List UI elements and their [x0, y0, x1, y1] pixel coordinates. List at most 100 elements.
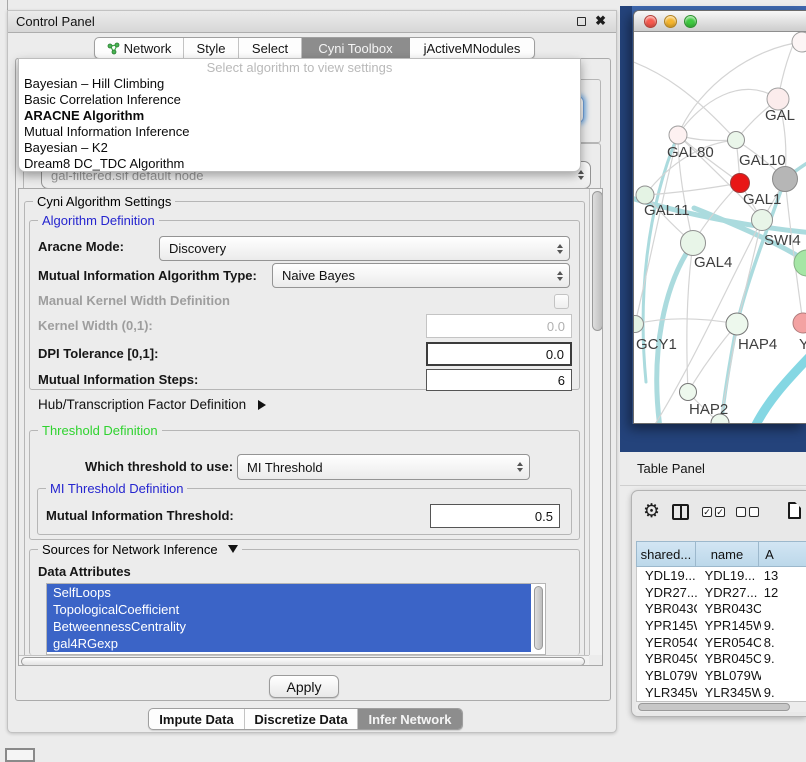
network-canvas[interactable]: GALGAL80GAL10GAL1GAL11SWI4GAL4GCY1HAP4YH…: [634, 32, 806, 424]
network-node[interactable]: [792, 32, 806, 52]
network-node[interactable]: [752, 210, 773, 231]
network-node[interactable]: [728, 132, 745, 149]
minimize-traffic-light[interactable]: [664, 15, 677, 28]
hub-definition-toggle[interactable]: Hub/Transcription Factor Definition: [38, 397, 266, 412]
network-node[interactable]: [681, 231, 706, 256]
split-columns-icon[interactable]: [672, 504, 689, 520]
algorithm-option[interactable]: Bayesian – Hill Climbing: [19, 76, 580, 92]
algorithm-option[interactable]: Dream8 DC_TDC Algorithm: [19, 156, 580, 172]
collapsed-widget[interactable]: [5, 748, 35, 762]
gear-icon[interactable]: ⚙: [643, 500, 660, 522]
vertical-scrollbar[interactable]: [589, 189, 603, 655]
tab-style[interactable]: Style: [184, 38, 239, 58]
column-header[interactable]: shared...: [637, 542, 696, 566]
tab-cyni-toolbox[interactable]: Cyni Toolbox: [302, 38, 410, 58]
table-cell[interactable]: YDL19...: [637, 568, 697, 583]
scrollbar-thumb[interactable]: [21, 657, 585, 666]
list-item[interactable]: gal4RGexp: [47, 635, 531, 652]
network-node[interactable]: [773, 167, 798, 192]
table-cell[interactable]: YLR345W: [637, 685, 697, 700]
table-row[interactable]: YPR145WYPR145W9.: [637, 617, 806, 634]
table-cell[interactable]: YER054C: [637, 635, 697, 650]
column-header[interactable]: name: [696, 542, 759, 566]
scrollbar-thumb[interactable]: [592, 191, 603, 331]
deselect-all-icon[interactable]: [736, 507, 759, 517]
network-node[interactable]: [680, 384, 697, 401]
column-header[interactable]: A: [759, 542, 806, 566]
table-cell[interactable]: YDL19...: [697, 568, 761, 583]
table-cell[interactable]: 8.: [761, 635, 806, 650]
table-row[interactable]: YBR043CYBR043C: [637, 600, 806, 617]
network-edge[interactable]: [737, 220, 762, 324]
algorithm-option[interactable]: Basic Correlation Inference: [19, 92, 580, 108]
tab-select[interactable]: Select: [239, 38, 302, 58]
network-node[interactable]: [669, 126, 687, 144]
algorithm-option-selected[interactable]: ARACNE Algorithm: [19, 108, 580, 124]
algorithm-option[interactable]: Bayesian – K2: [19, 140, 580, 156]
list-scrollbar-thumb[interactable]: [534, 586, 543, 650]
tab-impute-data[interactable]: Impute Data: [149, 709, 245, 729]
manual-kernel-width-checkbox[interactable]: [554, 294, 569, 309]
network-edge[interactable]: [687, 243, 693, 392]
document-icon[interactable]: [788, 502, 801, 519]
table-cell[interactable]: 9.: [761, 685, 806, 700]
aracne-mode-combobox[interactable]: Discovery: [159, 236, 570, 261]
close-traffic-light[interactable]: [644, 15, 657, 28]
splitter-handle[interactable]: [7, 0, 8, 10]
network-node[interactable]: [726, 313, 748, 335]
table-cell[interactable]: YBL079W: [637, 668, 697, 683]
network-edge[interactable]: [753, 351, 806, 424]
sources-toggle[interactable]: Sources for Network Inference: [38, 542, 242, 557]
network-edge[interactable]: [634, 60, 736, 140]
tab-infer-network[interactable]: Infer Network: [358, 709, 462, 729]
zoom-traffic-light[interactable]: [684, 15, 697, 28]
table-row[interactable]: YDR27...YDR27...12: [637, 584, 806, 601]
list-item[interactable]: BetweennessCentrality: [47, 618, 531, 635]
table-cell[interactable]: YBL079W: [697, 668, 761, 683]
table-horizontal-scrollbar[interactable]: [636, 701, 806, 712]
table-cell[interactable]: YLR345W: [697, 685, 761, 700]
horizontal-scrollbar[interactable]: [19, 655, 589, 666]
table-row[interactable]: YBR045CYBR045C9.: [637, 650, 806, 667]
mi-steps-field[interactable]: 6: [426, 369, 572, 391]
float-window-icon[interactable]: [577, 17, 586, 26]
table-cell[interactable]: YBR043C: [637, 601, 697, 616]
kernel-width-field[interactable]: 0.0: [426, 314, 572, 338]
table-cell[interactable]: YPR145W: [637, 618, 697, 633]
scrollbar-thumb[interactable]: [638, 703, 790, 711]
list-item[interactable]: TopologicalCoefficient: [47, 601, 531, 618]
table-cell[interactable]: YBR045C: [697, 651, 761, 666]
table-cell[interactable]: YBR045C: [637, 651, 697, 666]
mi-threshold-field[interactable]: 0.5: [430, 504, 560, 528]
table-cell[interactable]: 9.: [761, 618, 806, 633]
network-node[interactable]: [731, 174, 750, 193]
table-row[interactable]: YLR345WYLR345W9.: [637, 684, 806, 701]
select-all-icon[interactable]: ✓✓: [702, 507, 725, 517]
table-row[interactable]: YDL19...YDL19...13: [637, 567, 806, 584]
network-node[interactable]: [793, 313, 806, 333]
mi-algorithm-type-combobox[interactable]: Naive Bayes: [272, 263, 570, 288]
which-threshold-combobox[interactable]: MI Threshold: [237, 454, 530, 480]
table-cell[interactable]: YDR27...: [697, 585, 761, 600]
stepper-icon: [578, 170, 584, 180]
network-window-titlebar[interactable]: [634, 11, 806, 32]
table-cell[interactable]: YDR27...: [637, 585, 697, 600]
tab-jactivemnodules[interactable]: jActiveMNodules: [410, 38, 534, 58]
table-cell[interactable]: YPR145W: [697, 618, 761, 633]
close-icon[interactable]: ✖: [595, 13, 606, 29]
algorithm-option[interactable]: Mutual Information Inference: [19, 124, 580, 140]
table-cell[interactable]: YER054C: [697, 635, 761, 650]
network-edge[interactable]: [635, 135, 678, 324]
table-row[interactable]: YER054CYER054C8.: [637, 634, 806, 651]
tab-discretize-data[interactable]: Discretize Data: [245, 709, 358, 729]
table-cell[interactable]: 13: [761, 568, 806, 583]
list-item[interactable]: SelfLoops: [47, 584, 531, 601]
table-cell[interactable]: YBR043C: [697, 601, 761, 616]
table-cell[interactable]: 12: [761, 585, 806, 600]
table-row[interactable]: YBL079WYBL079W: [637, 667, 806, 684]
tab-network[interactable]: Network: [95, 38, 184, 58]
network-edge[interactable]: [635, 319, 737, 324]
dpi-tolerance-field[interactable]: 0.0: [426, 342, 572, 366]
table-cell[interactable]: 9.: [761, 651, 806, 666]
apply-button[interactable]: Apply: [269, 675, 339, 698]
